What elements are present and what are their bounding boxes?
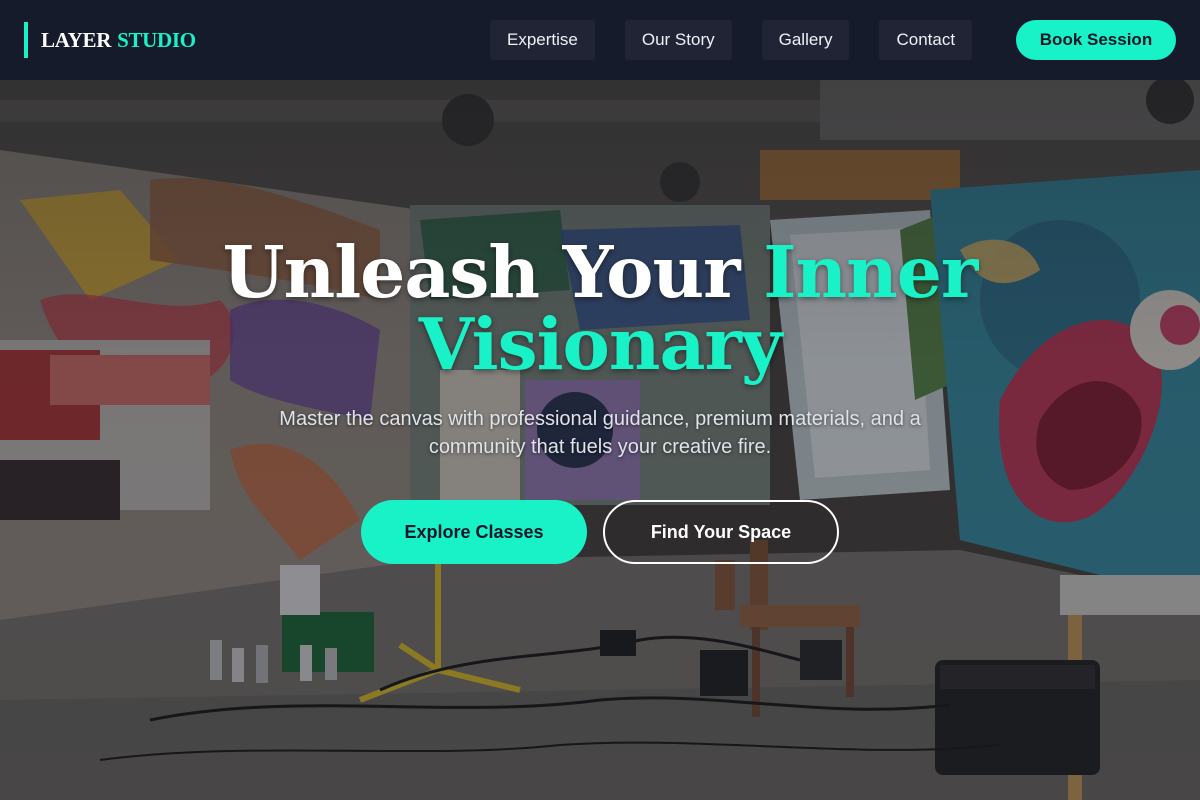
nav-link-our-story[interactable]: Our Story: [624, 20, 732, 60]
hero-section: Unleash Your Inner Visionary Master the …: [0, 0, 1200, 800]
explore-classes-button[interactable]: Explore Classes: [361, 500, 587, 564]
top-navigation-bar: LAYER STUDIO Expertise Our Story Gallery…: [0, 0, 1200, 80]
find-your-space-button[interactable]: Find Your Space: [603, 500, 839, 564]
brand-word-layer: LAYER: [41, 27, 112, 52]
nav-link-contact[interactable]: Contact: [879, 20, 973, 60]
nav-link-gallery[interactable]: Gallery: [761, 20, 850, 60]
nav-links: Expertise Our Story Gallery Contact: [490, 20, 1002, 60]
headline-accent-inner: Inner: [763, 230, 978, 314]
hero-headline: Unleash Your Inner Visionary: [150, 236, 1050, 380]
brand-logo[interactable]: LAYER STUDIO: [24, 22, 196, 58]
nav-link-expertise[interactable]: Expertise: [490, 20, 595, 60]
hero-subtitle: Master the canvas with professional guid…: [279, 408, 921, 458]
headline-accent-visionary: Visionary: [418, 302, 782, 386]
brand-word-studio: STUDIO: [117, 27, 196, 52]
book-session-button[interactable]: Book Session: [1016, 20, 1176, 60]
